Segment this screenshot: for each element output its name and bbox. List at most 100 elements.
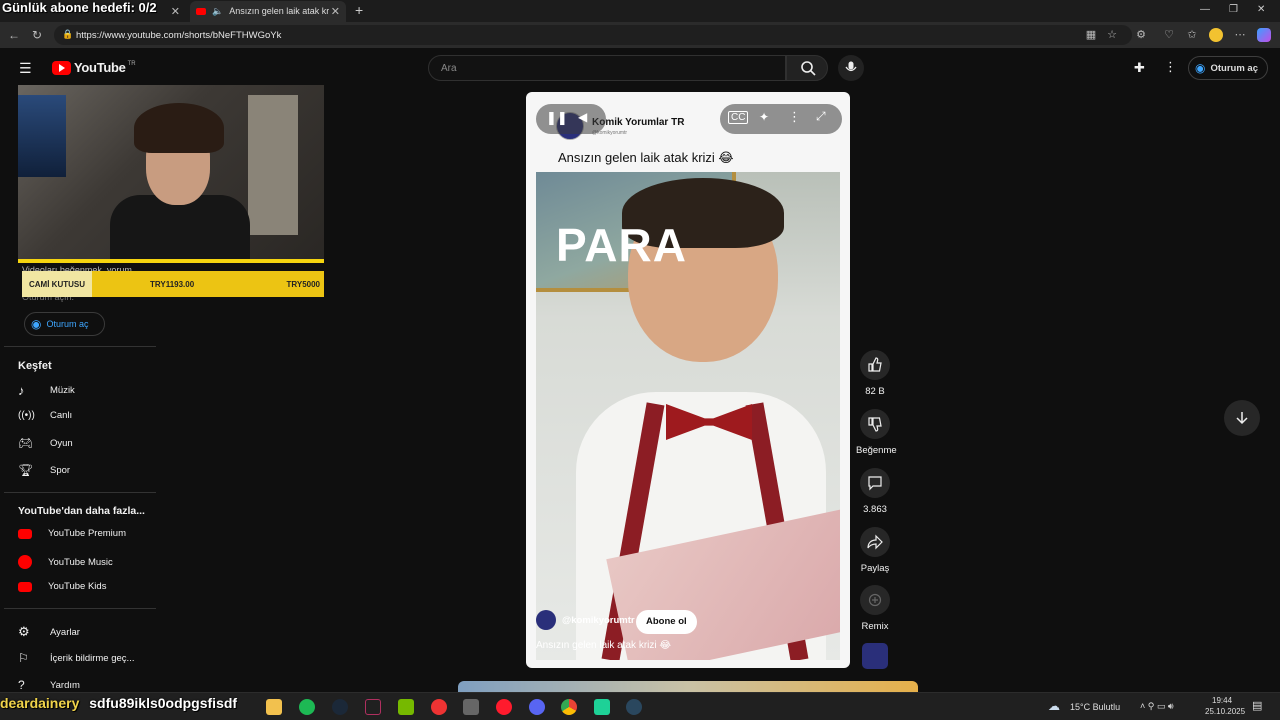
pause-icon[interactable]: ❚❚ xyxy=(546,110,568,126)
chrome-icon[interactable] xyxy=(561,699,577,715)
discord-icon[interactable] xyxy=(529,699,545,715)
sidebar-item-report-history[interactable]: ⚐ İçerik bildirme geç... xyxy=(18,651,134,665)
sidebar-item-youtube-music[interactable]: YouTube Music xyxy=(18,555,113,569)
tray-icons[interactable]: ˄ ⚲ ▭ 🔊︎ xyxy=(1140,701,1174,712)
minimize-icon[interactable]: — xyxy=(1200,4,1210,15)
search-input[interactable]: Ara xyxy=(428,55,786,81)
sidebar-item-help[interactable]: ? Yardım xyxy=(18,678,80,692)
sidebar-item-music[interactable]: ♪ Müzik xyxy=(18,383,75,398)
sidebar-item-label: Müzik xyxy=(50,385,75,396)
share-button[interactable]: Paylaş xyxy=(856,527,894,574)
sidebar-item-gaming[interactable]: 🎮︎ Oyun xyxy=(18,436,73,450)
sidebar-item-youtube-premium[interactable]: YouTube Premium xyxy=(18,528,126,539)
clock-time[interactable]: 19:44 xyxy=(1212,696,1232,705)
fullscreen-icon[interactable]: ⤢ xyxy=(816,109,826,124)
signin-button[interactable]: ◉ Oturum aç xyxy=(1188,56,1268,80)
bottom-channel-handle[interactable]: @komikyorumtr xyxy=(562,615,635,626)
like-button[interactable]: 82 B xyxy=(856,350,894,397)
youtube-favicon-icon xyxy=(196,8,206,15)
close-tab-icon[interactable]: ✕ xyxy=(171,5,180,18)
speaker-icon[interactable]: 🔈 xyxy=(212,6,223,17)
spotify-icon[interactable] xyxy=(299,699,315,715)
gear-icon: ⚙ xyxy=(18,624,30,639)
remix-label: Remix xyxy=(861,621,889,632)
copilot-icon[interactable] xyxy=(1257,28,1271,42)
maximize-icon[interactable]: ❐ xyxy=(1229,4,1238,15)
sidebar-item-sports[interactable]: 🏆︎ Spor xyxy=(18,463,70,477)
next-short-button[interactable] xyxy=(1224,400,1260,436)
hamburger-menu-icon[interactable]: ☰ xyxy=(19,60,32,77)
cloud-icon: ☁ xyxy=(1048,699,1060,713)
tab-active[interactable]: 🔈 Ansızın gelen laik atak krizi 😂 ✕ xyxy=(190,1,346,22)
nvidia-icon[interactable] xyxy=(398,699,414,715)
sidebar-item-label: İçerik bildirme geç... xyxy=(50,652,135,664)
extension-badge-icon[interactable] xyxy=(1209,28,1223,42)
captions-icon[interactable]: CC xyxy=(728,111,749,124)
youtube-logo[interactable]: YouTube TR xyxy=(52,60,136,75)
sidebar-signin-button[interactable]: ◉ Oturum aç xyxy=(24,312,105,336)
close-tab-icon[interactable]: ✕ xyxy=(331,5,340,18)
steam-icon[interactable] xyxy=(332,699,348,715)
youtube-premium-icon xyxy=(18,528,32,539)
chat-message: sdfu89ikls0odpgsfisdf xyxy=(89,695,238,711)
comments-button[interactable]: 3.863 xyxy=(856,468,894,515)
thumbs-down-icon xyxy=(860,409,890,439)
kebab-menu-icon[interactable]: ⋮ xyxy=(1164,59,1177,75)
new-tab-icon[interactable]: + xyxy=(355,2,363,18)
reload-icon[interactable]: ↻ xyxy=(32,28,42,42)
voice-search-button[interactable] xyxy=(838,55,864,81)
like-count: 82 B xyxy=(865,386,885,397)
more-icon[interactable]: ⋯ xyxy=(1233,28,1247,42)
url-text: https://www.youtube.com/shorts/bNeFTHWGo… xyxy=(76,30,282,41)
search-button[interactable] xyxy=(786,55,828,81)
file-explorer-icon[interactable] xyxy=(266,699,282,715)
share-label: Paylaş xyxy=(860,563,890,574)
video-frame[interactable]: PARA xyxy=(536,172,840,660)
audio-source-thumbnail[interactable] xyxy=(862,643,888,669)
bottom-channel-row[interactable]: @komikyorumtr xyxy=(536,610,635,630)
app-red-icon[interactable] xyxy=(431,699,447,715)
extensions-icon[interactable]: ⚙ xyxy=(1134,28,1148,42)
url-field[interactable]: 🔒 https://www.youtube.com/shorts/bNeFTHW… xyxy=(54,25,1132,45)
youtube-kids-icon xyxy=(18,581,32,592)
back-icon[interactable]: ← xyxy=(8,28,20,42)
favorite-star-icon[interactable]: ☆ xyxy=(1105,28,1119,42)
sidebar-item-live[interactable]: ((•)) Canlı xyxy=(18,410,72,421)
user-circle-icon: ◉ xyxy=(31,317,42,331)
shorts-player[interactable]: Komik Yorumlar TR @komikyorumtr ❚❚ ◀ CC … xyxy=(526,92,850,668)
playback-controls: ❚❚ ◀ xyxy=(536,104,606,134)
comment-count: 3.863 xyxy=(863,504,887,515)
live-icon: ((•)) xyxy=(18,410,35,421)
dislike-button[interactable]: Beğenme xyxy=(856,409,897,456)
sidebar-item-label: Yardım xyxy=(50,679,80,691)
remix-button[interactable]: Remix xyxy=(856,585,894,632)
sidebar-item-settings[interactable]: ⚙ Ayarlar xyxy=(18,624,80,640)
app-green-icon[interactable] xyxy=(594,699,610,715)
sidebar-item-youtube-kids[interactable]: YouTube Kids xyxy=(18,581,106,592)
opera-icon[interactable] xyxy=(496,699,512,715)
sidebar-item-label: Ayarlar xyxy=(50,626,80,638)
browser-essentials-icon[interactable]: ♡ xyxy=(1162,28,1176,42)
sidebar-item-label: YouTube Premium xyxy=(48,528,126,539)
player-more-icon[interactable]: ⋮ xyxy=(788,109,801,125)
donation-label: CAMİ KUTUSU xyxy=(22,271,92,297)
read-mode-icon[interactable]: ▦ xyxy=(1084,28,1098,42)
steam-2-icon[interactable] xyxy=(626,699,642,715)
clock-date[interactable]: 25.10.2025 xyxy=(1205,707,1245,716)
webcam-monitor xyxy=(18,95,66,177)
signin-label: Oturum aç xyxy=(1210,62,1258,74)
arrow-down-icon xyxy=(1236,412,1248,425)
window-close-icon[interactable]: ✕ xyxy=(1257,4,1265,15)
subscribe-button[interactable]: Abone ol xyxy=(636,610,697,634)
bottom-channel-avatar[interactable] xyxy=(536,610,556,630)
create-icon[interactable]: ✚ xyxy=(1134,60,1145,76)
remix-sparkle-icon[interactable]: ✦ xyxy=(759,110,769,124)
app-icon[interactable] xyxy=(365,699,381,715)
user-circle-icon: ◉ xyxy=(1195,61,1206,75)
favorites-icon[interactable]: ✩ xyxy=(1185,28,1199,42)
youtube-music-icon xyxy=(18,555,32,569)
notification-icon[interactable]: ▤ xyxy=(1252,699,1262,712)
app-grey-icon[interactable] xyxy=(463,699,479,715)
volume-icon[interactable]: ◀ xyxy=(578,110,587,124)
weather-text[interactable]: 15°C Bulutlu xyxy=(1070,702,1120,712)
